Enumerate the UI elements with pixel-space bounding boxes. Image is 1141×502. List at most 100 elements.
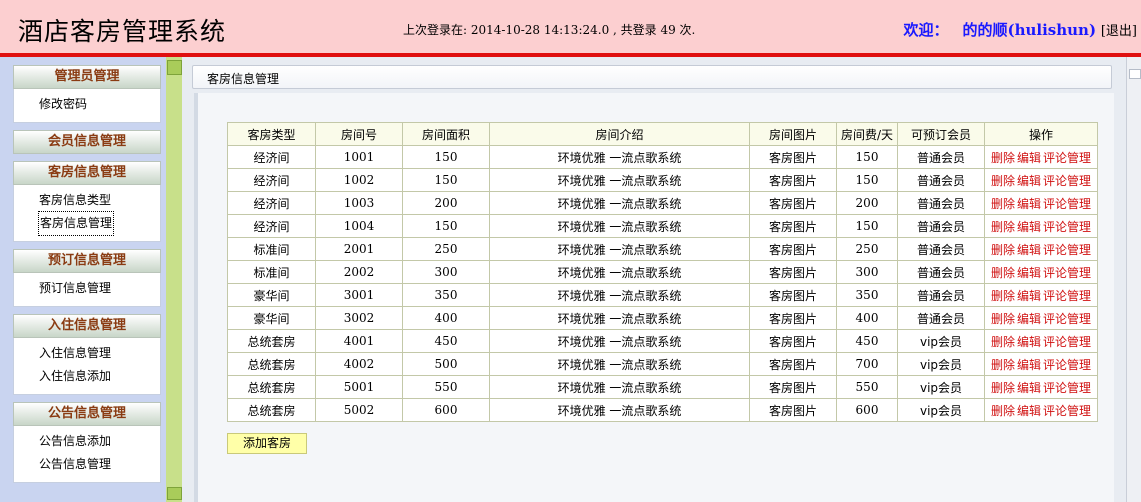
edit-link[interactable]: 编辑 [1017, 358, 1041, 372]
edit-link[interactable]: 编辑 [1017, 243, 1041, 257]
edit-link[interactable]: 编辑 [1017, 220, 1041, 234]
cell-room-area: 200 [402, 191, 490, 215]
comment-manage-link[interactable]: 评论管理 [1043, 381, 1091, 395]
delete-link[interactable]: 删除 [991, 312, 1015, 326]
sidebar-section-rooms[interactable]: 客房信息管理 [13, 161, 161, 185]
scroll-up-button[interactable] [167, 60, 182, 75]
comment-manage-link[interactable]: 评论管理 [1043, 404, 1091, 418]
edit-link[interactable]: 编辑 [1017, 381, 1041, 395]
sidebar-item-change-password[interactable]: 修改密码 [39, 93, 160, 116]
cell-room-image[interactable]: 客房图片 [749, 375, 837, 399]
edit-link[interactable]: 编辑 [1017, 289, 1041, 303]
delete-link[interactable]: 删除 [991, 289, 1015, 303]
cell-room-price: 150 [836, 214, 898, 238]
cell-room-image[interactable]: 客房图片 [749, 237, 837, 261]
comment-manage-link[interactable]: 评论管理 [1043, 358, 1091, 372]
cell-room-image[interactable]: 客房图片 [749, 168, 837, 192]
cell-room-price: 200 [836, 191, 898, 215]
cell-room-intro: 环境优雅 一流点歌系统 [489, 145, 750, 169]
edit-link[interactable]: 编辑 [1017, 312, 1041, 326]
add-room-button[interactable]: 添加客房 [227, 433, 307, 454]
comment-manage-link[interactable]: 评论管理 [1043, 243, 1091, 257]
scroll-down-button[interactable] [167, 487, 182, 500]
delete-link[interactable]: 删除 [991, 266, 1015, 280]
cell-room-intro: 环境优雅 一流点歌系统 [489, 352, 750, 376]
cell-actions: 删除 编辑 评论管理 [984, 306, 1098, 330]
cell-room-type: 经济间 [227, 191, 316, 215]
cell-actions: 删除 编辑 评论管理 [984, 145, 1098, 169]
edit-link[interactable]: 编辑 [1017, 404, 1041, 418]
delete-link[interactable]: 删除 [991, 381, 1015, 395]
cell-room-type: 总统套房 [227, 329, 316, 353]
delete-link[interactable]: 删除 [991, 174, 1015, 188]
cell-room-image[interactable]: 客房图片 [749, 306, 837, 330]
cell-room-number: 3002 [315, 306, 403, 330]
scroll-thumb[interactable] [1129, 69, 1141, 79]
cell-room-intro: 环境优雅 一流点歌系统 [489, 237, 750, 261]
sidebar-section-checkin[interactable]: 入住信息管理 [13, 314, 161, 338]
cell-room-price: 400 [836, 306, 898, 330]
cell-room-type: 豪华间 [227, 306, 316, 330]
edit-link[interactable]: 编辑 [1017, 197, 1041, 211]
cell-room-number: 2001 [315, 237, 403, 261]
app-header: 酒店客房管理系统 上次登录在: 2014-10-28 14:13:24.0 , … [0, 0, 1141, 53]
sidebar-scrollbar[interactable] [166, 57, 182, 502]
sidebar-item-notice-add[interactable]: 公告信息添加 [39, 430, 160, 453]
delete-link[interactable]: 删除 [991, 358, 1015, 372]
cell-actions: 删除 编辑 评论管理 [984, 237, 1098, 261]
edit-link[interactable]: 编辑 [1017, 335, 1041, 349]
user-welcome: 欢迎： 的的顺(hulishun) [退出] [903, 19, 1137, 40]
cell-room-image[interactable]: 客房图片 [749, 329, 837, 353]
sidebar-item-room-types[interactable]: 客房信息类型 [39, 189, 160, 212]
delete-link[interactable]: 删除 [991, 220, 1015, 234]
cell-room-area: 400 [402, 306, 490, 330]
sidebar-section-booking[interactable]: 预订信息管理 [13, 249, 161, 273]
cell-actions: 删除 编辑 评论管理 [984, 375, 1098, 399]
comment-manage-link[interactable]: 评论管理 [1043, 174, 1091, 188]
sidebar-section-admin[interactable]: 管理员管理 [13, 65, 161, 89]
comment-manage-link[interactable]: 评论管理 [1043, 197, 1091, 211]
sidebar-group-rooms: 客房信息类型 客房信息管理 [13, 185, 161, 242]
cell-room-intro: 环境优雅 一流点歌系统 [489, 283, 750, 307]
sidebar-item-booking-management[interactable]: 预订信息管理 [39, 277, 160, 300]
welcome-label: 欢迎： [903, 21, 949, 39]
comment-manage-link[interactable]: 评论管理 [1043, 289, 1091, 303]
sidebar-item-checkin-add[interactable]: 入住信息添加 [39, 365, 160, 388]
cell-member-level: vip会员 [897, 352, 985, 376]
delete-link[interactable]: 删除 [991, 243, 1015, 257]
cell-room-image[interactable]: 客房图片 [749, 398, 837, 422]
sidebar-section-members[interactable]: 会员信息管理 [13, 130, 161, 154]
logout-link[interactable]: [退出] [1101, 24, 1137, 39]
cell-room-intro: 环境优雅 一流点歌系统 [489, 191, 750, 215]
cell-room-number: 2002 [315, 260, 403, 284]
main-panel: 客房信息管理 客房类型 房间号 房间面积 房间介绍 房间图片 房间费/天 可预订… [182, 57, 1141, 502]
comment-manage-link[interactable]: 评论管理 [1043, 151, 1091, 165]
comment-manage-link[interactable]: 评论管理 [1043, 266, 1091, 280]
cell-room-number: 5002 [315, 398, 403, 422]
cell-room-area: 150 [402, 168, 490, 192]
edit-link[interactable]: 编辑 [1017, 174, 1041, 188]
cell-member-level: 普通会员 [897, 191, 985, 215]
sidebar-item-room-management[interactable]: 客房信息管理 [37, 211, 115, 236]
cell-room-image[interactable]: 客房图片 [749, 145, 837, 169]
edit-link[interactable]: 编辑 [1017, 151, 1041, 165]
edit-link[interactable]: 编辑 [1017, 266, 1041, 280]
comment-manage-link[interactable]: 评论管理 [1043, 312, 1091, 326]
table-row: 标准间 2002 300 环境优雅 一流点歌系统 客房图片 300 普通会员 删除 编辑 评论管理 [227, 260, 1098, 284]
delete-link[interactable]: 删除 [991, 335, 1015, 349]
comment-manage-link[interactable]: 评论管理 [1043, 335, 1091, 349]
delete-link[interactable]: 删除 [991, 404, 1015, 418]
sidebar-section-notice[interactable]: 公告信息管理 [13, 402, 161, 426]
cell-room-image[interactable]: 客房图片 [749, 214, 837, 238]
delete-link[interactable]: 删除 [991, 197, 1015, 211]
cell-room-image[interactable]: 客房图片 [749, 191, 837, 215]
comment-manage-link[interactable]: 评论管理 [1043, 220, 1091, 234]
cell-room-intro: 环境优雅 一流点歌系统 [489, 306, 750, 330]
cell-room-image[interactable]: 客房图片 [749, 260, 837, 284]
sidebar-item-notice-management[interactable]: 公告信息管理 [39, 453, 160, 476]
content-scrollbar[interactable] [1126, 57, 1141, 502]
cell-room-image[interactable]: 客房图片 [749, 283, 837, 307]
cell-room-image[interactable]: 客房图片 [749, 352, 837, 376]
delete-link[interactable]: 删除 [991, 151, 1015, 165]
sidebar-item-checkin-management[interactable]: 入住信息管理 [39, 342, 160, 365]
